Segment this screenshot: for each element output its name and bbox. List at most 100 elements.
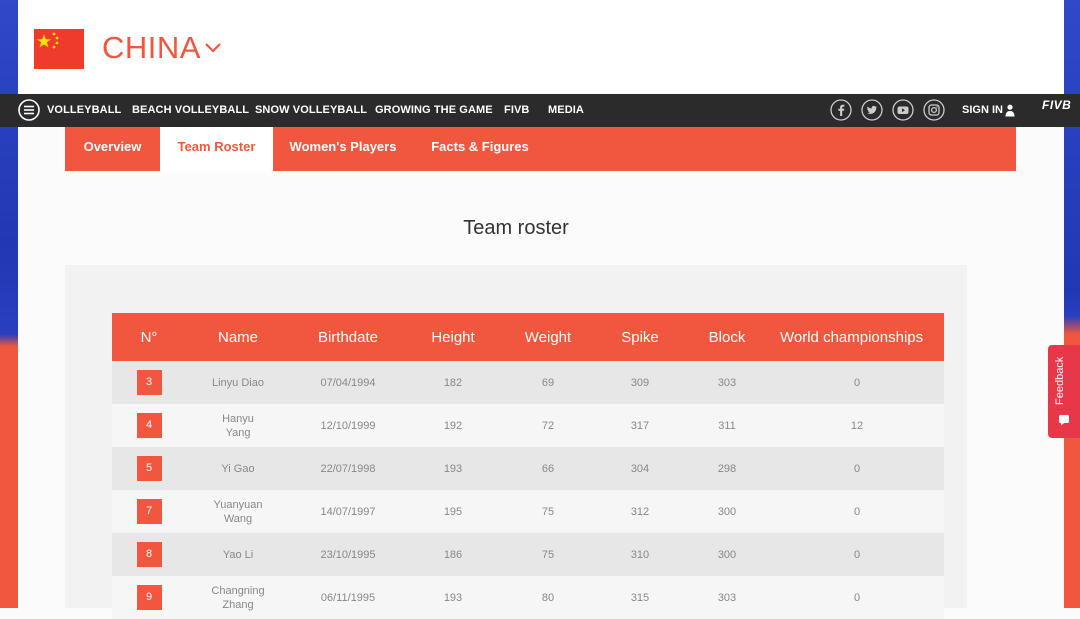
feedback-chat-icon bbox=[1059, 415, 1069, 426]
china-flag-icon bbox=[34, 29, 84, 69]
player-block: 311 bbox=[684, 404, 770, 447]
player-world-championships: 0 bbox=[770, 533, 944, 576]
number-badge: 5 bbox=[136, 456, 162, 481]
nav-volleyball[interactable]: VOLLEYBALL bbox=[47, 94, 121, 127]
player-spike: 310 bbox=[596, 533, 684, 576]
player-height: 192 bbox=[406, 404, 500, 447]
column-header-height[interactable]: Height bbox=[406, 313, 500, 361]
number-badge: 4 bbox=[136, 413, 162, 438]
section-title: Team roster bbox=[463, 217, 569, 239]
player-weight: 75 bbox=[500, 490, 596, 533]
country-name[interactable]: CHINA bbox=[102, 30, 201, 66]
tab-womens-players[interactable]: Women's Players bbox=[273, 127, 413, 171]
player-number: 3 bbox=[112, 361, 186, 404]
player-name[interactable]: Yuanyuan Wang bbox=[186, 490, 290, 533]
player-weight: 75 bbox=[500, 533, 596, 576]
column-header-name[interactable]: Name bbox=[186, 313, 290, 361]
fivb-logo[interactable]: FIVB bbox=[1042, 98, 1080, 122]
number-badge: 9 bbox=[136, 585, 162, 610]
player-block: 298 bbox=[684, 447, 770, 490]
player-last-name: Yang bbox=[225, 426, 251, 439]
player-weight: 66 bbox=[500, 447, 596, 490]
player-block: 300 bbox=[684, 490, 770, 533]
column-header-spike[interactable]: Spike bbox=[596, 313, 684, 361]
player-name[interactable]: Changning Zhang bbox=[186, 576, 290, 619]
column-header-block[interactable]: Block bbox=[684, 313, 770, 361]
player-world-championships: 12 bbox=[770, 404, 944, 447]
player-name[interactable]: Hanyu Yang bbox=[186, 404, 290, 447]
player-number: 4 bbox=[112, 404, 186, 447]
player-last-name: Wang bbox=[223, 512, 253, 525]
player-name[interactable]: Linyu Diao bbox=[186, 361, 290, 404]
roster-table: N° Name Birthdate Height Weight Spike Bl… bbox=[112, 313, 944, 619]
main-navigation: VOLLEYBALL BEACH VOLLEYBALL SNOW VOLLEYB… bbox=[0, 94, 1080, 127]
player-birthdate: 14/07/1997 bbox=[290, 490, 406, 533]
table-header-row: N° Name Birthdate Height Weight Spike Bl… bbox=[112, 313, 944, 361]
player-name[interactable]: Yao Li bbox=[186, 533, 290, 576]
player-block: 300 bbox=[684, 533, 770, 576]
tab-facts-figures[interactable]: Facts & Figures bbox=[413, 127, 547, 171]
player-birthdate: 23/10/1995 bbox=[290, 533, 406, 576]
team-subnavigation: Overview Team Roster Women's Players Fac… bbox=[65, 127, 1016, 171]
player-birthdate: 12/10/1999 bbox=[290, 404, 406, 447]
player-world-championships: 0 bbox=[770, 576, 944, 619]
nav-fivb[interactable]: FIVB bbox=[504, 94, 529, 127]
player-first-name: Changning bbox=[211, 584, 265, 597]
player-name-line: Linyu Diao bbox=[212, 376, 264, 389]
number-badge: 8 bbox=[136, 542, 162, 567]
player-name-line: Yi Gao bbox=[221, 462, 255, 475]
column-header-world-championships[interactable]: World championships bbox=[770, 313, 944, 361]
background-left-edge bbox=[0, 0, 18, 608]
player-spike: 312 bbox=[596, 490, 684, 533]
player-birthdate: 06/11/1995 bbox=[290, 576, 406, 619]
column-header-weight[interactable]: Weight bbox=[500, 313, 596, 361]
tab-team-roster[interactable]: Team Roster bbox=[160, 127, 273, 171]
player-number: 7 bbox=[112, 490, 186, 533]
sign-in-link[interactable]: SIGN IN bbox=[962, 94, 1003, 127]
tab-overview[interactable]: Overview bbox=[65, 127, 160, 171]
player-number: 9 bbox=[112, 576, 186, 619]
player-world-championships: 0 bbox=[770, 447, 944, 490]
player-name-line: Yao Li bbox=[222, 548, 254, 561]
player-number: 8 bbox=[112, 533, 186, 576]
chevron-down-icon[interactable] bbox=[203, 38, 223, 58]
nav-snow-volleyball[interactable]: SNOW VOLLEYBALL bbox=[255, 94, 367, 127]
player-first-name: Hanyu bbox=[222, 412, 254, 425]
number-badge: 3 bbox=[136, 370, 162, 395]
feedback-label: Feedback bbox=[1054, 356, 1066, 406]
table-row[interactable]: 7 Yuanyuan Wang 14/07/1997 195 75 312 300… bbox=[112, 490, 944, 533]
twitter-icon[interactable] bbox=[861, 99, 883, 121]
nav-growing-the-game[interactable]: GROWING THE GAME bbox=[375, 94, 493, 127]
player-first-name: Yuanyuan bbox=[213, 498, 263, 511]
player-block: 303 bbox=[684, 576, 770, 619]
player-world-championships: 0 bbox=[770, 490, 944, 533]
player-number: 5 bbox=[112, 447, 186, 490]
player-weight: 72 bbox=[500, 404, 596, 447]
player-weight: 80 bbox=[500, 576, 596, 619]
instagram-icon[interactable] bbox=[923, 99, 945, 121]
youtube-icon[interactable] bbox=[892, 99, 914, 121]
player-spike: 315 bbox=[596, 576, 684, 619]
nav-beach-volleyball[interactable]: BEACH VOLLEYBALL bbox=[132, 94, 249, 127]
player-spike: 309 bbox=[596, 361, 684, 404]
menu-icon[interactable] bbox=[18, 99, 40, 121]
column-header-number[interactable]: N° bbox=[112, 313, 186, 361]
nav-media[interactable]: MEDIA bbox=[548, 94, 584, 127]
table-row[interactable]: 5 Yi Gao 22/07/1998 193 66 304 298 0 bbox=[112, 447, 944, 490]
table-row[interactable]: 4 Hanyu Yang 12/10/1999 192 72 317 311 12 bbox=[112, 404, 944, 447]
table-row[interactable]: 8 Yao Li 23/10/1995 186 75 310 300 0 bbox=[112, 533, 944, 576]
table-row[interactable]: 3 Linyu Diao 07/04/1994 182 69 309 303 0 bbox=[112, 361, 944, 404]
table-row[interactable]: 9 Changning Zhang 06/11/1995 193 80 315 3… bbox=[112, 576, 944, 619]
fivb-logo-text: FIVB bbox=[1042, 98, 1072, 112]
player-height: 193 bbox=[406, 576, 500, 619]
facebook-icon[interactable] bbox=[830, 99, 852, 121]
player-name[interactable]: Yi Gao bbox=[186, 447, 290, 490]
user-icon[interactable] bbox=[1005, 104, 1015, 117]
player-height: 195 bbox=[406, 490, 500, 533]
column-header-birthdate[interactable]: Birthdate bbox=[290, 313, 406, 361]
player-spike: 304 bbox=[596, 447, 684, 490]
player-height: 193 bbox=[406, 447, 500, 490]
background-right-edge bbox=[1064, 0, 1080, 608]
player-spike: 317 bbox=[596, 404, 684, 447]
player-weight: 69 bbox=[500, 361, 596, 404]
